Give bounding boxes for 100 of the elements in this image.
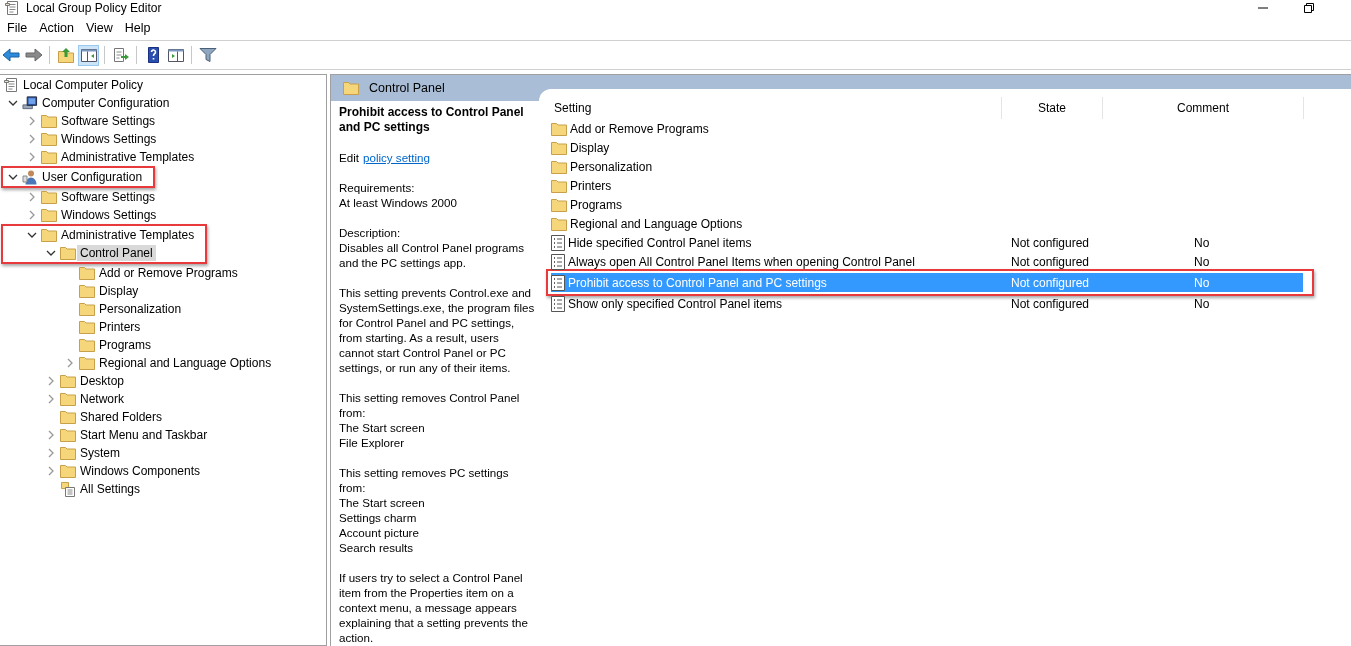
tree-item[interactable]: Network [77, 391, 127, 407]
restore-icon[interactable] [1303, 2, 1315, 14]
settings-icon [60, 481, 76, 497]
folder-icon [60, 410, 76, 424]
column-header[interactable]: Setting [551, 101, 1001, 115]
folder-icon [41, 150, 57, 164]
description-text: This setting removes PC settings from: The Start screen Settings charm Account picture Search results [339, 465, 510, 555]
setting-name: Personalization [570, 159, 653, 174]
state-value: Not configured [1011, 275, 1091, 290]
setting-name: Prohibit access to Control Panel and PC settings [568, 275, 827, 290]
tree-item[interactable]: User Configuration [39, 169, 146, 185]
folder-icon [343, 81, 359, 95]
tree-item[interactable]: Add or Remove Programs [96, 265, 241, 281]
comment-value: No [1194, 235, 1211, 250]
policy-title: Prohibit access to Control Panel and PC settings [339, 105, 525, 135]
setting-name: Hide specified Control Panel items [568, 235, 752, 250]
setting-row[interactable]: Programs [551, 195, 1303, 214]
setting-row[interactable]: Hide specified Control Panel items Not configured No [551, 233, 1303, 252]
setting-name: Display [570, 140, 610, 155]
setting-row[interactable]: Regional and Language Options [551, 214, 1303, 233]
folder-icon [551, 178, 567, 193]
tree-item[interactable]: Shared Folders [77, 409, 166, 425]
setting-name: Printers [570, 178, 612, 193]
policy-item-icon [551, 253, 565, 270]
description-text: If users try to select a Control Panel item from the Properties item on a context menu, a message appears explaining that a setting prevents the action. [339, 570, 529, 645]
policy-item-icon [551, 295, 565, 312]
window-title: Local Group Policy Editor [26, 1, 162, 15]
tree-item[interactable]: Windows Components [77, 463, 204, 479]
tree-item[interactable]: Software Settings [58, 189, 159, 205]
computer-icon [22, 95, 38, 111]
tree-item[interactable]: Personalization [96, 301, 185, 317]
setting-name: Show only specified Control Panel items [568, 296, 783, 311]
folder-icon [41, 228, 57, 242]
tree-item[interactable]: Control Panel [77, 245, 156, 261]
state-value: Not configured [1011, 254, 1091, 269]
column-header[interactable]: State [1001, 97, 1103, 119]
pane-title: Control Panel [369, 81, 445, 95]
folder-icon [41, 114, 57, 128]
menu-item[interactable]: View [79, 21, 119, 35]
tree-item[interactable]: Windows Settings [58, 131, 160, 147]
folder-icon [551, 140, 567, 155]
app-icon [4, 0, 20, 16]
folder-icon [41, 190, 57, 204]
folder-icon [551, 159, 567, 174]
description-text: Requirements: At least Windows 2000 [339, 180, 458, 210]
tree-item[interactable]: Programs [96, 337, 154, 353]
folder-icon [60, 446, 76, 460]
tree-item[interactable]: Administrative Templates [58, 227, 198, 243]
policy-setting-link[interactable]: policy setting [363, 151, 430, 164]
edit-policy-text: Edit policy setting [339, 150, 431, 165]
setting-row[interactable]: Personalization [551, 157, 1303, 176]
tree-item[interactable]: Local Computer Policy [20, 77, 147, 93]
tree-item[interactable]: Display [96, 283, 142, 299]
comment-value: No [1194, 275, 1211, 290]
tree-item[interactable]: All Settings [77, 481, 144, 497]
folder-icon [60, 392, 76, 406]
folder-icon [79, 302, 95, 316]
show-tree-icon[interactable] [78, 44, 99, 66]
setting-name: Add or Remove Programs [570, 121, 709, 136]
description-text: This setting prevents Control.exe and SystemSettings.exe, the program files for Control Panel and PC settings, from starting. As a result, users cannot start Control Panel or PC settings, or run any of their items. [339, 285, 536, 375]
folder-icon [60, 464, 76, 478]
setting-row[interactable]: Always open All Control Panel Items when opening Control Panel Not configured No [551, 252, 1303, 271]
tree-item[interactable]: Computer Configuration [39, 95, 173, 111]
setting-name: Programs [570, 197, 622, 212]
tree-item[interactable]: System [77, 445, 123, 461]
setting-name: Always open All Control Panel Items when opening Control Panel [568, 254, 915, 269]
description-text: Description: Disables all Control Panel programs and the PC settings app. [339, 225, 525, 270]
folder-icon [79, 266, 95, 280]
column-header[interactable]: Comment [1103, 97, 1304, 119]
policy-item-icon [551, 274, 565, 291]
folder-icon [79, 338, 95, 352]
setting-row[interactable]: Add or Remove Programs [551, 119, 1303, 138]
menu-item[interactable]: File [1, 21, 34, 35]
setting-row[interactable]: Show only specified Control Panel items Not configured No [551, 294, 1303, 313]
setting-row[interactable]: Display [551, 138, 1303, 157]
folder-icon [79, 284, 95, 298]
menu-item[interactable]: Help [118, 21, 157, 35]
policy-item-icon [551, 234, 565, 251]
state-value: Not configured [1011, 296, 1091, 311]
folder-icon [60, 428, 76, 442]
state-value: Not configured [1011, 235, 1091, 250]
setting-row[interactable]: Printers [551, 176, 1303, 195]
tree-item[interactable]: Administrative Templates [58, 149, 198, 165]
folder-icon [79, 356, 95, 370]
folder-icon [41, 208, 57, 222]
folder-icon [551, 121, 567, 136]
tree-item[interactable]: Start Menu and Taskbar [77, 427, 211, 443]
tree-item[interactable]: Regional and Language Options [96, 355, 275, 371]
user-icon [22, 169, 38, 185]
folder-icon [551, 216, 567, 231]
tree-item[interactable]: Windows Settings [58, 207, 160, 223]
menu-item[interactable]: Action [33, 21, 80, 35]
tree-item[interactable]: Desktop [77, 373, 128, 389]
folder-icon [79, 320, 95, 334]
setting-name: Regional and Language Options [570, 216, 743, 231]
tree-item[interactable]: Printers [96, 319, 144, 335]
folder-icon [41, 132, 57, 146]
folder-icon [60, 246, 76, 260]
tree-item[interactable]: Software Settings [58, 113, 159, 129]
folder-icon [60, 374, 76, 388]
